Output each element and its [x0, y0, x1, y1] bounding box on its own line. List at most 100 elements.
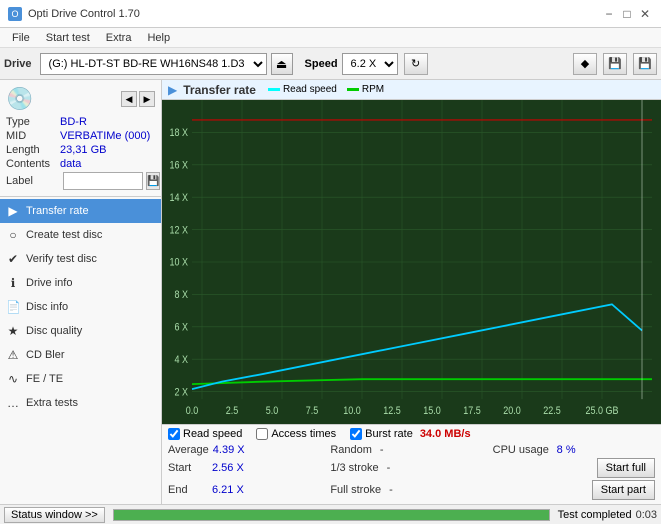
- sidebar-extra-tests-label: Extra tests: [26, 397, 78, 409]
- legend-read-speed-label: Read speed: [283, 84, 337, 95]
- extra-tests-icon: …: [6, 396, 20, 410]
- sidebar-create-disc-label: Create test disc: [26, 229, 102, 241]
- eject-button[interactable]: ⏏: [271, 53, 293, 75]
- close-button[interactable]: ✕: [637, 7, 653, 21]
- chart-legend: Read speed RPM: [268, 84, 384, 95]
- burn-button[interactable]: 💾: [603, 53, 627, 75]
- stat-stroke1-row: 1/3 stroke -: [330, 458, 492, 478]
- chart-title: Transfer rate: [183, 83, 256, 97]
- status-window-button[interactable]: Status window >>: [4, 507, 105, 523]
- menu-extra[interactable]: Extra: [98, 30, 140, 46]
- status-text: Test completed: [558, 509, 632, 521]
- toolbar: Drive (G:) HL-DT-ST BD-RE WH16NS48 1.D3 …: [0, 48, 661, 80]
- menu-help[interactable]: Help: [139, 30, 178, 46]
- chart-checkboxes: Read speed Access times Burst rate 34.0 …: [168, 428, 655, 440]
- average-label: Average: [168, 444, 209, 456]
- burst-rate-value: 34.0 MB/s: [420, 428, 471, 440]
- legend-read-speed-color: [268, 88, 280, 91]
- mid-label: MID: [6, 130, 60, 142]
- disc-logo-icon: 💿: [6, 86, 33, 112]
- average-value: 4.39 X: [213, 444, 249, 456]
- speed-label: Speed: [305, 58, 338, 70]
- sidebar-item-cd-bler[interactable]: ⚠ CD Bler: [0, 343, 161, 367]
- start-full-button[interactable]: Start full: [597, 458, 655, 478]
- disc-prev-button[interactable]: ◀: [121, 91, 137, 107]
- sidebar-transfer-rate-label: Transfer rate: [26, 205, 89, 217]
- stroke2-value: -: [389, 484, 393, 496]
- svg-text:7.5: 7.5: [306, 405, 319, 417]
- disc-label-text: Label: [6, 175, 60, 187]
- svg-text:5.0: 5.0: [266, 405, 279, 417]
- sidebar-item-fe-te[interactable]: ∿ FE / TE: [0, 367, 161, 391]
- sidebar-item-disc-info[interactable]: 📄 Disc info: [0, 295, 161, 319]
- length-label: Length: [6, 144, 60, 156]
- start-value: 2.56 X: [212, 462, 248, 474]
- disc-info-panel: 💿 ◀ ▶ Type BD-R MID VERBATIMe (000) Leng…: [0, 80, 161, 197]
- verify-disc-icon: ✔: [6, 252, 20, 266]
- minimize-button[interactable]: −: [601, 7, 617, 21]
- checkbox-access-times-label: Access times: [271, 428, 336, 440]
- checkbox-burst-rate[interactable]: [350, 428, 362, 440]
- settings-button[interactable]: ◆: [573, 53, 597, 75]
- legend-read-speed: Read speed: [268, 84, 337, 95]
- sidebar-fe-te-label: FE / TE: [26, 373, 63, 385]
- sidebar-item-disc-quality[interactable]: ★ Disc quality: [0, 319, 161, 343]
- stroke1-value: -: [387, 462, 391, 474]
- sidebar-item-extra-tests[interactable]: … Extra tests: [0, 391, 161, 415]
- stat-random-row: Random -: [330, 444, 492, 456]
- fe-te-icon: ∿: [6, 372, 20, 386]
- cpu-label: CPU usage: [493, 444, 553, 456]
- legend-rpm-color: [347, 88, 359, 91]
- sidebar-disc-info-label: Disc info: [26, 301, 68, 313]
- drive-select[interactable]: (G:) HL-DT-ST BD-RE WH16NS48 1.D3: [40, 53, 267, 75]
- svg-text:15.0: 15.0: [423, 405, 441, 417]
- transfer-rate-icon: ▶: [6, 204, 20, 218]
- sidebar-cd-bler-label: CD Bler: [26, 349, 65, 361]
- svg-text:12 X: 12 X: [169, 225, 188, 237]
- sidebar-item-create-test-disc[interactable]: ○ Create test disc: [0, 223, 161, 247]
- svg-text:14 X: 14 X: [169, 192, 188, 204]
- checkbox-access-times[interactable]: [256, 428, 268, 440]
- restore-button[interactable]: □: [619, 7, 635, 21]
- menubar: File Start test Extra Help: [0, 28, 661, 48]
- sidebar-item-transfer-rate[interactable]: ▶ Transfer rate: [0, 199, 161, 223]
- svg-text:10.0: 10.0: [343, 405, 361, 417]
- save-button[interactable]: 💾: [633, 53, 657, 75]
- chart-footer: Read speed Access times Burst rate 34.0 …: [162, 424, 661, 504]
- speed-select[interactable]: 6.2 X: [342, 53, 398, 75]
- sidebar-item-verify-test-disc[interactable]: ✔ Verify test disc: [0, 247, 161, 271]
- sidebar-drive-info-label: Drive info: [26, 277, 72, 289]
- disc-quality-icon: ★: [6, 324, 20, 338]
- disc-label-input[interactable]: [63, 172, 143, 190]
- svg-text:10 X: 10 X: [169, 257, 188, 269]
- legend-rpm-label: RPM: [362, 84, 384, 95]
- stroke2-label: Full stroke: [330, 484, 381, 496]
- stat-stroke2-row: Full stroke -: [330, 480, 492, 500]
- menu-start-test[interactable]: Start test: [38, 30, 98, 46]
- random-value: -: [380, 444, 384, 456]
- drive-info-icon: ℹ: [6, 276, 20, 290]
- app-icon: O: [8, 7, 22, 21]
- svg-text:2.5: 2.5: [226, 405, 239, 417]
- checkbox-access-times-item: Access times: [256, 428, 336, 440]
- sidebar: 💿 ◀ ▶ Type BD-R MID VERBATIMe (000) Leng…: [0, 80, 162, 504]
- mid-value: VERBATIMe (000): [60, 130, 150, 142]
- menu-file[interactable]: File: [4, 30, 38, 46]
- checkbox-read-speed[interactable]: [168, 428, 180, 440]
- sidebar-navigation: ▶ Transfer rate ○ Create test disc ✔ Ver…: [0, 197, 161, 504]
- disc-next-button[interactable]: ▶: [139, 91, 155, 107]
- start-part-button[interactable]: Start part: [592, 480, 655, 500]
- length-value: 23,31 GB: [60, 144, 106, 156]
- disc-label-button[interactable]: 💾: [146, 172, 160, 190]
- stat-cpu-row: CPU usage 8 %: [493, 444, 655, 456]
- stat-start-row: Start 2.56 X: [168, 458, 330, 478]
- sidebar-item-drive-info[interactable]: ℹ Drive info: [0, 271, 161, 295]
- svg-text:18 X: 18 X: [169, 127, 188, 139]
- chart-area: 18 X 16 X 14 X 12 X 10 X 8 X 6 X 4 X 2 X…: [162, 100, 661, 424]
- svg-text:0.0: 0.0: [186, 405, 199, 417]
- chart-svg: 18 X 16 X 14 X 12 X 10 X 8 X 6 X 4 X 2 X…: [162, 100, 661, 424]
- refresh-button[interactable]: ↻: [404, 53, 428, 75]
- cpu-value: 8 %: [557, 444, 593, 456]
- contents-label: Contents: [6, 158, 60, 170]
- legend-rpm: RPM: [347, 84, 384, 95]
